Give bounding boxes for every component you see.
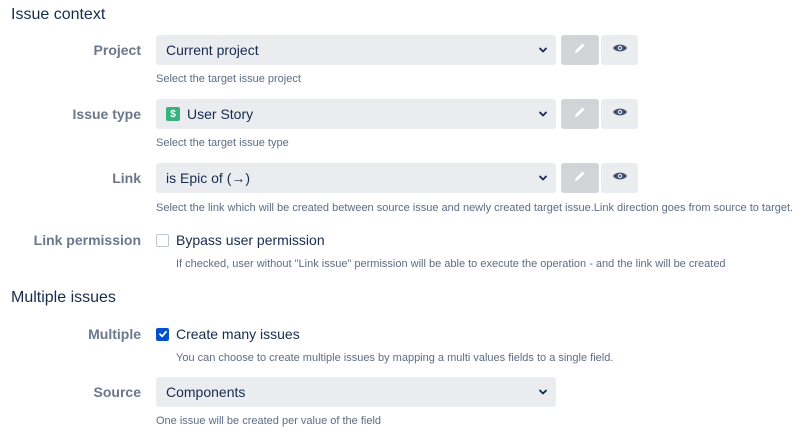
issue-type-label: Issue type xyxy=(72,106,141,122)
issue-type-preview-button[interactable] xyxy=(601,99,638,129)
create-many-checkbox[interactable] xyxy=(156,327,169,341)
project-select-value: Current project xyxy=(166,42,259,58)
eye-icon xyxy=(612,105,628,123)
pencil-icon xyxy=(573,105,587,124)
multiple-label: Multiple xyxy=(88,326,141,342)
pencil-icon xyxy=(573,41,587,60)
create-many-checkbox-label: Create many issues xyxy=(176,326,300,342)
issue-type-edit-button[interactable] xyxy=(561,99,599,129)
eye-icon xyxy=(612,41,628,59)
chevron-down-icon xyxy=(538,173,548,183)
project-help-text: Select the target issue project xyxy=(156,73,301,85)
link-select-value: is Epic of (→) xyxy=(166,170,251,186)
link-label: Link xyxy=(112,170,141,186)
bypass-permission-checkbox[interactable] xyxy=(156,233,169,247)
project-edit-button[interactable] xyxy=(561,35,599,65)
project-select[interactable]: Current project xyxy=(156,35,556,65)
source-select[interactable]: Components xyxy=(156,377,556,407)
source-help-text: One issue will be created per value of t… xyxy=(156,415,382,427)
eye-icon xyxy=(612,169,628,187)
chevron-down-icon xyxy=(538,387,548,397)
link-preview-button[interactable] xyxy=(601,163,638,193)
checkmark-icon xyxy=(158,330,167,338)
project-preview-button[interactable] xyxy=(601,35,638,65)
bypass-permission-checkbox-row[interactable]: Bypass user permission xyxy=(156,232,325,248)
multiple-issues-title: Multiple issues xyxy=(11,289,116,306)
multiple-help-text: You can choose to create multiple issues… xyxy=(176,352,614,364)
link-edit-button[interactable] xyxy=(561,163,599,193)
issue-context-title: Issue context xyxy=(11,6,106,23)
issue-type-select[interactable]: $ User Story xyxy=(156,99,556,129)
link-select[interactable]: is Epic of (→) xyxy=(156,163,556,193)
issue-type-help-text: Select the target issue type xyxy=(156,137,289,149)
chevron-down-icon xyxy=(538,45,548,55)
source-label: Source xyxy=(93,384,141,400)
link-help-text: Select the link which will be created be… xyxy=(156,202,794,214)
create-many-checkbox-row[interactable]: Create many issues xyxy=(156,326,300,342)
bypass-permission-checkbox-label: Bypass user permission xyxy=(176,232,325,248)
link-permission-help-text: If checked, user without "Link issue" pe… xyxy=(176,258,726,270)
pencil-icon xyxy=(573,169,587,188)
chevron-down-icon xyxy=(538,109,548,119)
link-permission-label: Link permission xyxy=(33,232,141,248)
source-select-value: Components xyxy=(166,384,246,400)
story-type-icon: $ xyxy=(166,107,180,121)
project-label: Project xyxy=(93,42,141,58)
issue-type-select-value: User Story xyxy=(187,106,254,122)
